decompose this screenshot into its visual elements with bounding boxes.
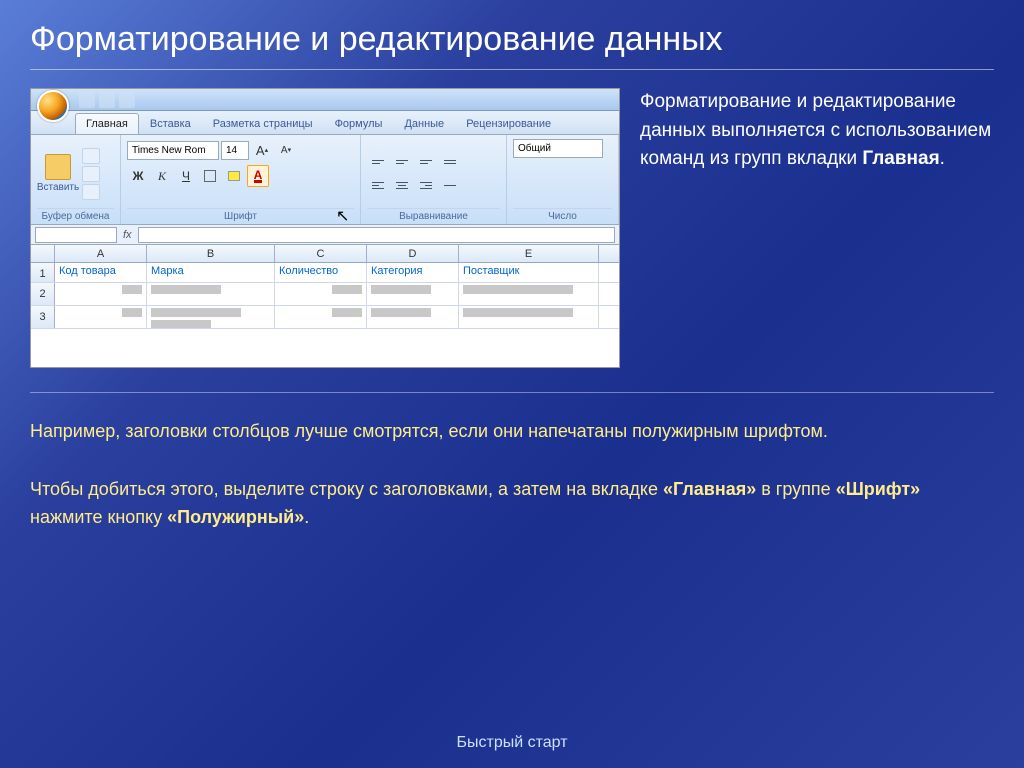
col-header-e[interactable]: E	[459, 245, 599, 262]
col-header-b[interactable]: B	[147, 245, 275, 262]
ribbon: Вставить Буфер обмена	[31, 135, 619, 225]
table-row: 1 Код товара Марка Количество Категория …	[31, 263, 619, 283]
comma-button[interactable]	[561, 162, 583, 184]
font-name-input[interactable]	[127, 141, 219, 160]
format-painter-icon[interactable]	[82, 184, 100, 200]
align-top-icon	[368, 152, 388, 172]
percent-button[interactable]	[537, 162, 559, 184]
col-header-c[interactable]: C	[275, 245, 367, 262]
cell-d3[interactable]	[367, 306, 459, 328]
table-row: 2	[31, 283, 619, 306]
cut-icon[interactable]	[82, 148, 100, 164]
footer-text: Быстрый старт	[0, 734, 1024, 752]
cell-a2[interactable]	[55, 283, 147, 305]
group-alignment-label: Выравнивание	[367, 208, 500, 222]
align-right-button[interactable]	[415, 175, 437, 197]
align-bottom-button[interactable]	[415, 151, 437, 173]
ribbon-tabs: Главная Вставка Разметка страницы Формул…	[31, 111, 619, 135]
tab-insert[interactable]: Вставка	[139, 113, 202, 134]
group-number-label: Число	[513, 208, 612, 222]
grow-font-button[interactable]: A▴	[251, 139, 273, 161]
align-left-icon	[368, 176, 388, 196]
cell-b3[interactable]	[147, 306, 275, 328]
fill-color-icon	[228, 171, 240, 181]
tab-page-layout[interactable]: Разметка страницы	[202, 113, 324, 134]
cell-d2[interactable]	[367, 283, 459, 305]
group-number: Число	[507, 135, 619, 224]
tab-formulas[interactable]: Формулы	[324, 113, 394, 134]
bold-button[interactable]: Ж	[127, 165, 149, 187]
tab-data[interactable]: Данные	[393, 113, 455, 134]
cell-e3[interactable]	[459, 306, 599, 328]
align-bottom-icon	[416, 152, 436, 172]
currency-button[interactable]	[513, 162, 535, 184]
formula-bar: fx	[31, 225, 619, 245]
col-header-d[interactable]: D	[367, 245, 459, 262]
align-middle-icon	[392, 152, 412, 172]
quick-access-toolbar	[31, 89, 619, 111]
row-header-3[interactable]: 3	[31, 306, 55, 328]
formula-input[interactable]	[138, 227, 615, 243]
col-header-a[interactable]: A	[55, 245, 147, 262]
cell-b2[interactable]	[147, 283, 275, 305]
qat-redo-icon[interactable]	[119, 92, 135, 108]
cell-b1[interactable]: Марка	[147, 263, 275, 282]
tab-home[interactable]: Главная	[75, 113, 139, 134]
cell-e2[interactable]	[459, 283, 599, 305]
slide-title: Форматирование и редактирование данных	[30, 20, 994, 70]
wrap-icon	[440, 152, 460, 172]
row-header-1[interactable]: 1	[31, 263, 55, 282]
group-clipboard-label: Буфер обмена	[37, 208, 114, 222]
cell-a1[interactable]: Код товара	[55, 263, 147, 282]
row-header-2[interactable]: 2	[31, 283, 55, 305]
align-top-button[interactable]	[367, 151, 389, 173]
align-middle-button[interactable]	[391, 151, 413, 173]
tab-review[interactable]: Рецензирование	[455, 113, 562, 134]
group-font: A▴ A▾ Ж К Ч A Шрифт	[121, 135, 361, 224]
align-center-icon	[392, 176, 412, 196]
select-all-corner[interactable]	[31, 245, 55, 262]
cell-d1[interactable]: Категория	[367, 263, 459, 282]
italic-button[interactable]: К	[151, 165, 173, 187]
cell-a3[interactable]	[55, 306, 147, 328]
column-headers: A B C D E	[31, 245, 619, 263]
bottom-description: Например, заголовки столбцов лучше смотр…	[30, 392, 994, 532]
paste-icon	[45, 154, 71, 180]
group-alignment: Выравнивание	[361, 135, 507, 224]
merge-button[interactable]	[439, 175, 461, 197]
cell-c3[interactable]	[275, 306, 367, 328]
cell-c1[interactable]: Количество	[275, 263, 367, 282]
merge-icon	[440, 176, 460, 196]
cell-e1[interactable]: Поставщик	[459, 263, 599, 282]
qat-undo-icon[interactable]	[99, 92, 115, 108]
group-font-label: Шрифт	[127, 208, 354, 222]
fill-color-button[interactable]	[223, 165, 245, 187]
cell-c2[interactable]	[275, 283, 367, 305]
number-format-input[interactable]	[513, 139, 603, 158]
shrink-font-button[interactable]: A▾	[275, 139, 297, 161]
name-box[interactable]	[35, 227, 117, 243]
fx-icon[interactable]: fx	[123, 229, 132, 241]
font-color-icon: A	[254, 170, 263, 183]
border-button[interactable]	[199, 165, 221, 187]
align-center-button[interactable]	[391, 175, 413, 197]
font-size-input[interactable]	[221, 141, 249, 160]
border-icon	[204, 170, 216, 182]
paste-label: Вставить	[37, 182, 79, 193]
office-button-icon[interactable]	[37, 90, 69, 122]
copy-icon[interactable]	[82, 166, 100, 182]
wrap-text-button[interactable]	[439, 151, 461, 173]
side-description: Форматирование и редактирование данных в…	[640, 88, 994, 368]
align-right-icon	[416, 176, 436, 196]
group-clipboard: Вставить Буфер обмена	[31, 135, 121, 224]
paste-button[interactable]: Вставить	[37, 139, 79, 208]
underline-button[interactable]: Ч	[175, 165, 197, 187]
table-row: 3	[31, 306, 619, 329]
font-color-button[interactable]: A	[247, 165, 269, 187]
qat-save-icon[interactable]	[79, 92, 95, 108]
align-left-button[interactable]	[367, 175, 389, 197]
excel-screenshot: Главная Вставка Разметка страницы Формул…	[30, 88, 620, 368]
